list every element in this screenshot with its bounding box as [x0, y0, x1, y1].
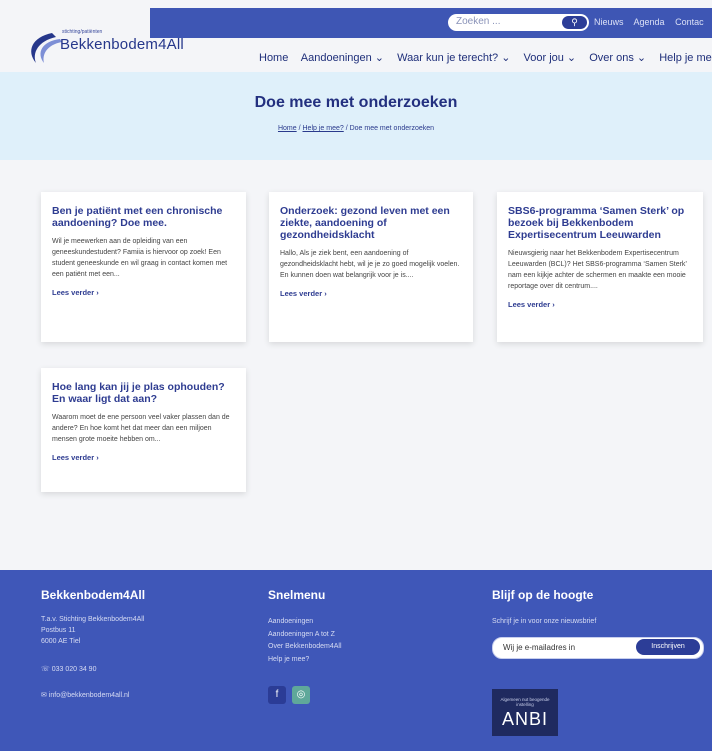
- subscribe-button[interactable]: Inschrijven: [636, 639, 700, 655]
- nav-waar[interactable]: Waar kun je terecht? ⌄: [397, 52, 510, 64]
- footer-link[interactable]: Aandoeningen: [268, 616, 342, 629]
- card-excerpt: Hallo, Als je ziek bent, een aandoening …: [280, 250, 460, 279]
- card-excerpt: Nieuwsgierig naar het Bekkenbodem Expert…: [508, 250, 687, 290]
- card-excerpt: Wil je meewerken aan de opleiding van ee…: [52, 238, 228, 278]
- footer-link[interactable]: Over Bekkenbodem4All: [268, 641, 342, 654]
- instagram-icon[interactable]: ◎: [292, 686, 310, 704]
- breadcrumb: Home / Help je mee? / Doe mee met onderz…: [0, 125, 712, 132]
- card-title[interactable]: SBS6-programma ‘Samen Sterk’ op bezoek b…: [508, 205, 692, 241]
- article-card[interactable]: Hoe lang kan jij je plas ophouden?En waa…: [41, 368, 246, 492]
- top-link-nieuws[interactable]: Nieuws: [594, 17, 624, 27]
- footer-link[interactable]: Help je mee?: [268, 654, 342, 667]
- anbi-caption: Algemeen nut beogende instelling: [500, 697, 550, 707]
- breadcrumb-help[interactable]: Help je mee?: [303, 125, 344, 132]
- hero-banner: [0, 72, 712, 160]
- read-more-link[interactable]: Lees verder ›: [52, 288, 235, 297]
- footer-address: T.a.v. Stichting Bekkenbodem4All Postbus…: [41, 614, 144, 647]
- card-excerpt: Waarom moet de ene persoon veel vaker pl…: [52, 414, 230, 443]
- nav-home[interactable]: Home: [259, 52, 288, 64]
- anbi-logo: Algemeen nut beogende instelling ANBI: [492, 689, 558, 736]
- article-card[interactable]: SBS6-programma ‘Samen Sterk’ op bezoek b…: [497, 192, 703, 342]
- article-card[interactable]: Onderzoek: gezond leven met een ziekte, …: [269, 192, 473, 342]
- top-link-agenda[interactable]: Agenda: [634, 17, 665, 27]
- read-more-link[interactable]: Lees verder ›: [52, 453, 235, 462]
- footer-phone[interactable]: ☏ 033 020 34 90: [41, 664, 96, 675]
- address-line: T.a.v. Stichting Bekkenbodem4All: [41, 616, 145, 623]
- footer-title-menu: Snelmenu: [268, 588, 326, 602]
- card-title[interactable]: Onderzoek: gezond leven met een ziekte, …: [280, 205, 462, 241]
- card-title[interactable]: Hoe lang kan jij je plas ophouden?En waa…: [52, 381, 235, 405]
- footer-title-org: Bekkenbodem4All: [41, 588, 146, 602]
- newsletter-subtitle: Schrijf je in voor onze nieuwsbrief: [492, 618, 597, 625]
- search-box[interactable]: Zoeken ... ⚲: [448, 14, 589, 31]
- search-icon[interactable]: ⚲: [562, 16, 587, 29]
- address-line: Postbus 11: [41, 627, 76, 634]
- main-nav: Home Aandoeningen ⌄ Waar kun je terecht?…: [259, 51, 712, 64]
- facebook-icon[interactable]: f: [268, 686, 286, 704]
- newsletter-email-value[interactable]: Wij je e-mailadres in: [503, 643, 575, 652]
- nav-voor-jou[interactable]: Voor jou ⌄: [524, 52, 577, 64]
- top-links: Nieuws Agenda Contac: [594, 17, 712, 27]
- nav-aandoeningen[interactable]: Aandoeningen ⌄: [301, 52, 384, 64]
- footer-link[interactable]: Aandoeningen A tot Z: [268, 629, 342, 642]
- read-more-link[interactable]: Lees verder ›: [280, 289, 462, 298]
- read-more-link[interactable]: Lees verder ›: [508, 300, 692, 309]
- breadcrumb-home[interactable]: Home: [278, 125, 297, 132]
- breadcrumb-current: / Doe mee met onderzoeken: [343, 125, 435, 132]
- footer-email[interactable]: ✉ info@bekkenbodem4all.nl: [41, 690, 129, 701]
- logo-subtitle: stichting/patiënten: [62, 29, 103, 35]
- card-title[interactable]: Ben je patiënt met een chronische aandoe…: [52, 205, 235, 229]
- address-line: 6000 AE Tiel: [41, 638, 81, 645]
- logo-text[interactable]: Bekkenbodem4All: [60, 36, 184, 53]
- search-input[interactable]: Zoeken ...: [456, 16, 500, 27]
- nav-over-ons[interactable]: Over ons ⌄: [589, 52, 646, 64]
- footer-title-newsletter: Blijf op de hoogte: [492, 588, 594, 602]
- article-card[interactable]: Ben je patiënt met een chronische aandoe…: [41, 192, 246, 342]
- top-link-contact[interactable]: Contac: [675, 17, 704, 27]
- footer-quick-menu: Aandoeningen Aandoeningen A tot Z Over B…: [268, 616, 342, 666]
- page-title: Doe mee met onderzoeken: [254, 94, 458, 111]
- nav-help[interactable]: Help je mee?: [659, 52, 712, 64]
- anbi-wordmark: ANBI: [501, 709, 548, 729]
